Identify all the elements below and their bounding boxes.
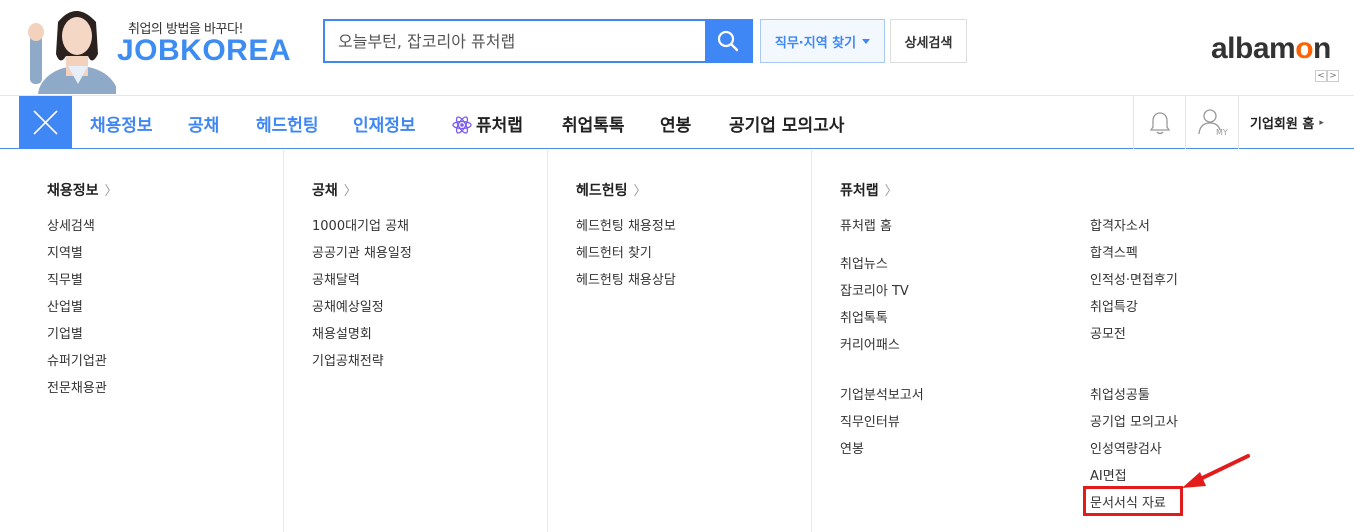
nav-talent[interactable]: 인재정보 <box>353 111 416 136</box>
menu-column-public: 공채 〉 1000대기업 공채 공공기관 채용일정 공채달력 공채예상일정 채용설… <box>284 150 548 532</box>
jobkorea-wordmark: JOBKOREA <box>117 34 292 67</box>
detail-search-button[interactable]: 상세검색 <box>890 19 967 63</box>
chevron-right-icon: 〉 <box>633 184 647 199</box>
chevron-right-icon: 〉 <box>104 184 118 199</box>
nav-futurelab-label: 퓨처랩 <box>476 116 523 136</box>
menu-title-futurelab-label: 퓨처랩 <box>840 183 879 199</box>
menu-link[interactable]: 합격스펙 <box>1090 242 1138 261</box>
menu-title-public-label: 공채 <box>312 183 338 199</box>
menu-link[interactable]: 기업분석보고서 <box>840 384 924 403</box>
menu-link[interactable]: 지역별 <box>47 242 83 261</box>
jobkorea-logo[interactable]: 취업의 방법을 바꾸다! JOBKOREA <box>20 4 292 94</box>
menu-close-button[interactable] <box>19 96 72 149</box>
menu-link[interactable]: 취업뉴스 <box>840 253 888 272</box>
albamon-wordmark: albam <box>1211 32 1296 65</box>
close-icon <box>33 110 58 135</box>
nav-recruit[interactable]: 채용정보 <box>90 111 153 136</box>
search-input[interactable] <box>325 21 705 61</box>
menu-title-headhunting-label: 헤드헌팅 <box>576 183 628 199</box>
bell-icon <box>1149 112 1171 135</box>
menu-link[interactable]: 취업톡톡 <box>840 307 888 326</box>
menu-link[interactable]: 취업특강 <box>1090 296 1138 315</box>
menu-title-futurelab[interactable]: 퓨처랩 〉 <box>840 180 898 200</box>
menu-title-recruit-label: 채용정보 <box>47 183 99 199</box>
my-page-button[interactable]: MY <box>1185 96 1238 149</box>
slide-prev-button[interactable]: < <box>1315 70 1327 82</box>
menu-link[interactable]: 직무인터뷰 <box>840 411 900 430</box>
albamon-logo[interactable]: albamon <box>1211 32 1331 66</box>
menu-link[interactable]: AI면접 <box>1090 465 1127 484</box>
notification-button[interactable] <box>1133 96 1185 149</box>
highlight-box <box>1083 486 1183 516</box>
menu-column-recruit: 채용정보 〉 상세검색 지역별 직무별 산업별 기업별 슈퍼기업관 전문채용관 <box>19 150 284 532</box>
search-icon <box>717 30 739 52</box>
menu-link[interactable]: 1000대기업 공채 <box>312 215 409 234</box>
site-header: 취업의 방법을 바꾸다! JOBKOREA 직무·지역 찾기 상세검색 alba… <box>0 0 1354 96</box>
menu-link[interactable]: 공공기관 채용일정 <box>312 242 412 261</box>
chevron-right-icon: ▸ <box>1319 117 1324 128</box>
slide-next-button[interactable]: > <box>1327 70 1339 82</box>
caret-down-icon <box>862 38 871 44</box>
menu-link[interactable]: 헤드헌터 찾기 <box>576 242 652 261</box>
user-icon: MY <box>1198 109 1228 136</box>
my-label: MY <box>1216 128 1228 136</box>
atom-icon <box>452 116 472 134</box>
menu-link[interactable]: 헤드헌팅 채용정보 <box>576 215 676 234</box>
nav-public-recruit[interactable]: 공채 <box>188 111 219 136</box>
menu-link[interactable]: 산업별 <box>47 296 83 315</box>
menu-link[interactable]: 인적성·면접후기 <box>1090 269 1178 288</box>
menu-link[interactable]: 잡코리아 TV <box>840 280 909 299</box>
menu-title-public[interactable]: 공채 〉 <box>312 180 357 200</box>
search-button[interactable] <box>705 21 751 61</box>
menu-link[interactable]: 합격자소서 <box>1090 215 1150 234</box>
job-region-search-button[interactable]: 직무·지역 찾기 <box>760 19 885 63</box>
menu-link[interactable]: 퓨처랩 홈 <box>840 215 892 234</box>
menu-link[interactable]: 공기업 모의고사 <box>1090 411 1178 430</box>
menu-link[interactable]: 상세검색 <box>47 215 95 234</box>
menu-link[interactable]: 공채달력 <box>312 269 360 288</box>
corporate-home-link[interactable]: 기업회원 홈 ▸ <box>1238 96 1354 149</box>
menu-link[interactable]: 연봉 <box>840 438 864 457</box>
menu-title-recruit[interactable]: 채용정보 〉 <box>47 180 118 200</box>
menu-link[interactable]: 공모전 <box>1090 323 1126 342</box>
menu-link[interactable]: 직무별 <box>47 269 83 288</box>
menu-title-headhunting[interactable]: 헤드헌팅 〉 <box>576 180 647 200</box>
nav-headhunting[interactable]: 헤드헌팅 <box>256 111 319 136</box>
menu-link[interactable]: 슈퍼기업관 <box>47 350 107 369</box>
menu-column-headhunting: 헤드헌팅 〉 헤드헌팅 채용정보 헤드헌터 찾기 헤드헌팅 채용상담 <box>548 150 812 532</box>
nav-public-mock-exam[interactable]: 공기업 모의고사 <box>729 111 844 136</box>
albamon-wordmark-end: n <box>1313 32 1331 65</box>
nav-job-talk[interactable]: 취업톡톡 <box>562 111 625 136</box>
corporate-home-label: 기업회원 홈 <box>1250 117 1315 132</box>
menu-link[interactable]: 전문채용관 <box>47 377 107 396</box>
menu-link[interactable]: 기업별 <box>47 323 83 342</box>
menu-column-futurelab: 퓨처랩 〉 퓨처랩 홈 취업뉴스 잡코리아 TV 취업톡톡 커리어패스 기업분석보… <box>812 150 1354 532</box>
menu-link[interactable]: 헤드헌팅 채용상담 <box>576 269 676 288</box>
albamon-o-glyph: o <box>1295 32 1314 65</box>
menu-link[interactable]: 취업성공툴 <box>1090 384 1150 403</box>
main-nav: 채용정보 공채 헤드헌팅 인재정보 퓨처랩 취업톡톡 연봉 공기업 모의고사 M… <box>0 96 1354 149</box>
nav-salary[interactable]: 연봉 <box>660 111 691 136</box>
partner-slide-controls: < > <box>1315 70 1339 82</box>
menu-link[interactable]: 커리어패스 <box>840 334 900 353</box>
menu-link[interactable]: 공채예상일정 <box>312 296 384 315</box>
menu-link[interactable]: 기업공채전략 <box>312 350 384 369</box>
menu-link[interactable]: 채용설명회 <box>312 323 372 342</box>
red-arrow-icon <box>1182 454 1250 488</box>
job-region-label: 직무·지역 찾기 <box>774 35 857 51</box>
chevron-right-icon: 〉 <box>884 184 898 199</box>
search-box <box>323 19 753 63</box>
model-illustration <box>20 4 116 94</box>
nav-futurelab[interactable]: 퓨처랩 <box>452 111 523 136</box>
menu-link[interactable]: 인성역량검사 <box>1090 438 1162 457</box>
chevron-right-icon: 〉 <box>343 184 357 199</box>
